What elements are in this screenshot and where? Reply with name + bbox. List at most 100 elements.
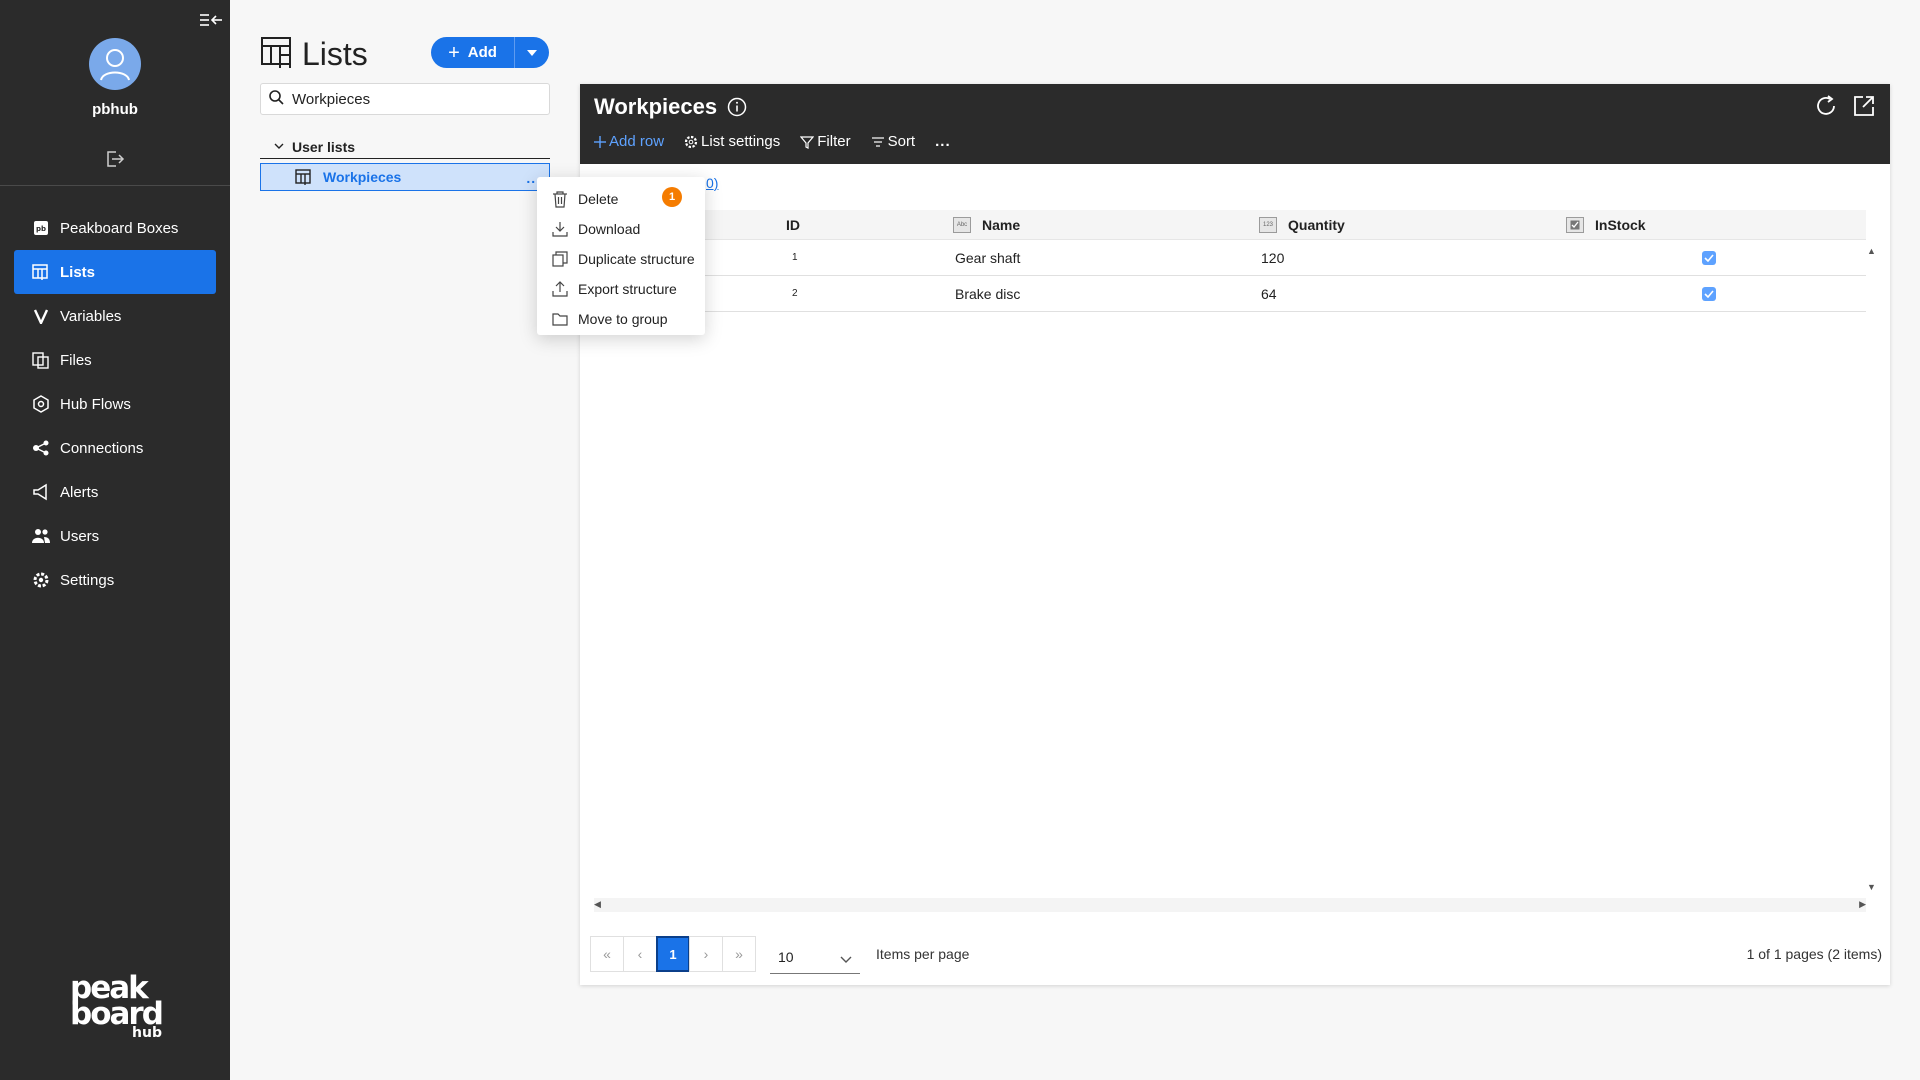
page-size-value: 10	[778, 948, 794, 965]
prev-page-button[interactable]: ‹	[623, 936, 657, 972]
menu-item-export-structure[interactable]: Export structure	[537, 274, 705, 304]
cell-quantity: 64	[1261, 286, 1277, 302]
sidebar-item-users[interactable]: Users	[14, 514, 216, 558]
next-page-button[interactable]: ›	[689, 936, 723, 972]
sidebar-item-connections[interactable]: Connections	[14, 426, 216, 470]
sort-button[interactable]: Sort	[871, 133, 915, 150]
cell-id: 1	[792, 252, 798, 263]
sidebar-item-label: Users	[60, 527, 100, 545]
card-header: Workpieces Add row List settings Filter …	[580, 84, 1890, 164]
first-page-button[interactable]: «	[590, 936, 624, 972]
sidebar-item-label: Peakboard Boxes	[60, 219, 179, 237]
list-settings-label: List settings	[701, 133, 781, 150]
menu-item-move-to-group[interactable]: Move to group	[537, 304, 705, 334]
sidebar-item-files[interactable]: Files	[14, 338, 216, 382]
column-header-name[interactable]: Abc Name	[953, 217, 1020, 233]
sidebar-item-label: Connections	[60, 439, 144, 457]
sidebar-item-label: Files	[60, 351, 92, 369]
sort-icon	[871, 136, 885, 148]
lists-title-icon	[260, 35, 294, 73]
menu-item-label: Export structure	[578, 281, 677, 297]
column-header-label: InStock	[1595, 217, 1646, 233]
filter-link[interactable]: 0)	[706, 175, 718, 191]
search-box	[260, 83, 550, 115]
menu-item-duplicate-structure[interactable]: Duplicate structure	[537, 244, 705, 274]
menu-item-label: Download	[578, 221, 641, 237]
sidebar-nav: pb Peakboard Boxes Lists Variables Files…	[14, 206, 216, 602]
username: pbhub	[92, 101, 138, 118]
open-external-icon[interactable]	[1852, 94, 1876, 118]
add-button[interactable]: + Add	[431, 37, 515, 68]
column-header-quantity[interactable]: 123 Quantity	[1259, 217, 1345, 233]
page-title: Lists	[302, 35, 368, 72]
cell-name: Gear shaft	[955, 250, 1021, 266]
avatar[interactable]	[89, 38, 141, 90]
sidebar-item-hub-flows[interactable]: Hub Flows	[14, 382, 216, 426]
table-header: ID Abc Name 123 Quantity InStock	[594, 210, 1866, 240]
scroll-down-arrow[interactable]: ▼	[1867, 882, 1876, 892]
collapse-sidebar-icon[interactable]	[198, 10, 224, 30]
sidebar-item-label: Hub Flows	[60, 395, 131, 413]
sidebar-item-label: Alerts	[60, 483, 99, 501]
menu-item-download[interactable]: Download	[537, 214, 705, 244]
instock-checkbox[interactable]	[1702, 287, 1716, 301]
filter-icon	[800, 135, 815, 149]
scroll-up-arrow[interactable]: ▲	[1867, 246, 1876, 256]
filter-button[interactable]: Filter	[800, 133, 851, 150]
page-size-select[interactable]: 10	[770, 940, 860, 974]
scroll-right-arrow[interactable]: ▶	[1859, 899, 1866, 910]
cell-id: 2	[792, 288, 798, 299]
group-user-lists[interactable]: User lists	[260, 135, 550, 159]
instock-checkbox[interactable]	[1702, 251, 1716, 265]
search-icon	[269, 89, 284, 109]
horizontal-scrollbar[interactable]: ◀ ▶	[594, 898, 1866, 912]
export-icon	[551, 280, 569, 298]
list-item-label: Workpieces	[323, 169, 402, 185]
column-header-label: Quantity	[1288, 217, 1345, 233]
scroll-left-arrow[interactable]: ◀	[594, 899, 601, 910]
svg-text:pb: pb	[36, 225, 46, 233]
users-icon	[32, 527, 50, 545]
page-number-button[interactable]: 1	[656, 936, 690, 972]
cell-name: Brake disc	[955, 286, 1021, 302]
card-title-text: Workpieces	[594, 94, 718, 119]
boolean-type-icon	[1566, 217, 1584, 233]
alerts-icon	[32, 483, 50, 501]
context-menu: 1 Delete Download Duplicate structure Ex…	[537, 177, 705, 335]
table-row[interactable]: 1 Gear shaft 120	[594, 240, 1866, 276]
column-header-id[interactable]: ID	[786, 217, 800, 233]
sidebar-item-peakboard-boxes[interactable]: pb Peakboard Boxes	[14, 206, 216, 250]
notification-badge: 1	[662, 187, 682, 207]
search-input[interactable]	[292, 90, 532, 108]
info-icon[interactable]	[727, 97, 747, 117]
data-table: ID Abc Name 123 Quantity InStock 1 Gear …	[594, 210, 1866, 312]
more-actions-button[interactable]: ...	[935, 133, 951, 150]
table-row[interactable]: 2 Brake disc 64	[594, 276, 1866, 312]
add-dropdown-button[interactable]	[515, 37, 549, 68]
column-header-instock[interactable]: InStock	[1566, 217, 1646, 233]
sidebar-item-settings[interactable]: Settings	[14, 558, 216, 602]
pb-box-icon: pb	[32, 219, 50, 237]
add-button-group: + Add	[431, 37, 549, 68]
gear-icon	[684, 135, 698, 149]
caret-down-icon	[527, 49, 537, 56]
refresh-icon[interactable]	[1814, 94, 1838, 118]
sidebar-item-alerts[interactable]: Alerts	[14, 470, 216, 514]
files-icon	[32, 351, 50, 369]
last-page-button[interactable]: »	[722, 936, 756, 972]
sidebar-item-variables[interactable]: Variables	[14, 294, 216, 338]
chevron-down-icon	[840, 951, 852, 967]
sidebar-item-lists[interactable]: Lists	[14, 250, 216, 294]
duplicate-icon	[551, 250, 569, 268]
list-settings-button[interactable]: List settings	[684, 133, 780, 150]
hub-flows-icon	[32, 395, 50, 413]
settings-icon	[32, 571, 50, 589]
folder-icon	[551, 310, 569, 328]
brand-mid: board	[70, 996, 164, 1032]
menu-item-label: Move to group	[578, 311, 668, 327]
card-title: Workpieces	[594, 94, 747, 120]
list-item-workpieces[interactable]: Workpieces ...	[260, 163, 550, 191]
logout-icon[interactable]	[104, 149, 126, 169]
add-row-button[interactable]: Add row	[594, 133, 664, 150]
number-type-icon: 123	[1259, 217, 1277, 233]
